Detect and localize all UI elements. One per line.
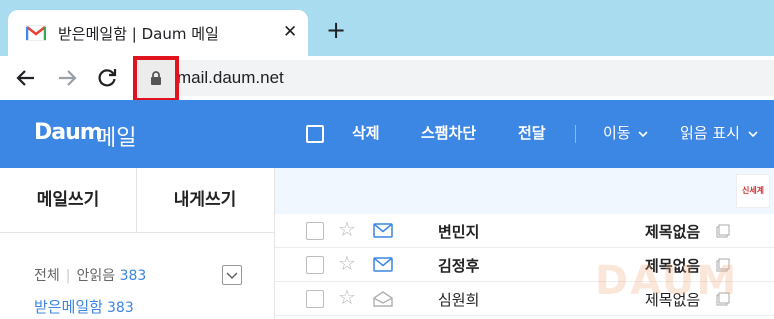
chevron-down-icon: [748, 131, 758, 138]
logo-brand: Daum: [34, 120, 103, 145]
tab-title: 받은메일함 | Daum 메일: [58, 25, 219, 43]
ad-logo[interactable]: 신세계: [736, 174, 770, 208]
chevron-down-icon: [226, 272, 238, 280]
forward-arrow-icon[interactable]: [55, 66, 79, 90]
url-text[interactable]: mail.daum.net: [177, 68, 284, 88]
star-icon[interactable]: ☆: [338, 219, 356, 239]
reload-icon[interactable]: [95, 66, 119, 90]
star-icon[interactable]: ☆: [338, 287, 356, 307]
unread-count: 383: [119, 268, 147, 284]
unread-envelope-icon[interactable]: [373, 223, 393, 238]
logo-product: 메일: [96, 126, 137, 151]
browser-toolbar: mail.daum.net: [0, 56, 774, 100]
mark-read-dropdown[interactable]: 읽음 표시: [680, 122, 758, 143]
watermark: DAUM: [595, 258, 739, 304]
folder-inbox[interactable]: 받은메일함 383: [34, 296, 134, 317]
row-checkbox[interactable]: [306, 290, 324, 308]
write-to-self-button[interactable]: 내게쓰기: [137, 168, 273, 232]
collapse-button[interactable]: [222, 265, 242, 285]
mail-sender[interactable]: 심원희: [438, 289, 479, 310]
delete-button[interactable]: 삭제: [352, 122, 380, 143]
compose-row: 메일쓰기 내게쓰기: [0, 168, 274, 233]
address-bar[interactable]: mail.daum.net: [137, 60, 774, 96]
inbox-label: 받은메일함: [34, 298, 104, 316]
mail-sender[interactable]: 김정후: [438, 255, 479, 276]
move-label: 이동: [603, 124, 631, 142]
filter-all[interactable]: 전체: [34, 268, 60, 284]
row-checkbox[interactable]: [306, 256, 324, 274]
gmail-favicon-icon: [26, 25, 46, 41]
mail-subject[interactable]: 제목없음: [645, 221, 700, 242]
chevron-down-icon: [638, 131, 648, 138]
inbox-count: 383: [107, 300, 134, 316]
star-icon[interactable]: ☆: [338, 253, 356, 273]
row-checkbox[interactable]: [306, 222, 324, 240]
spam-block-button[interactable]: 스팸차단: [421, 122, 476, 143]
daum-mail-logo[interactable]: Daum 메일: [34, 120, 136, 151]
open-window-icon[interactable]: [716, 224, 730, 238]
select-all-checkbox[interactable]: [306, 125, 324, 143]
unread-envelope-icon[interactable]: [373, 257, 393, 272]
browser-tab-strip: 받은메일함 | Daum 메일 ✕ +: [0, 0, 774, 56]
filter-divider: |: [65, 268, 71, 284]
back-arrow-icon[interactable]: [14, 66, 38, 90]
lock-icon: [151, 71, 161, 85]
read-envelope-icon[interactable]: [373, 291, 393, 307]
compose-button[interactable]: 메일쓰기: [0, 168, 136, 232]
filter-unread[interactable]: 안읽음: [76, 268, 115, 284]
close-tab-icon[interactable]: ✕: [283, 23, 297, 41]
browser-tab[interactable]: 받은메일함 | Daum 메일 ✕: [8, 10, 308, 56]
left-sidebar: 메일쓰기 내게쓰기 전체 | 안읽음 383 받은메일함 383: [0, 168, 275, 319]
daum-mail-header: Daum 메일 삭제 스팸차단 전달 이동 읽음 표시: [0, 100, 774, 168]
mail-filter: 전체 | 안읽음 383: [34, 265, 146, 285]
mark-read-label: 읽음 표시: [680, 124, 740, 142]
header-divider: [575, 125, 576, 143]
mail-row[interactable]: ☆ 변민지 제목없음: [275, 214, 774, 248]
mail-sender[interactable]: 변민지: [438, 221, 479, 242]
new-tab-icon[interactable]: +: [325, 18, 347, 42]
forward-button[interactable]: 전달: [518, 122, 546, 143]
security-indicator-highlight[interactable]: [133, 56, 179, 102]
mail-list-ad-banner: 신세계: [275, 168, 774, 215]
move-dropdown[interactable]: 이동: [603, 122, 648, 143]
